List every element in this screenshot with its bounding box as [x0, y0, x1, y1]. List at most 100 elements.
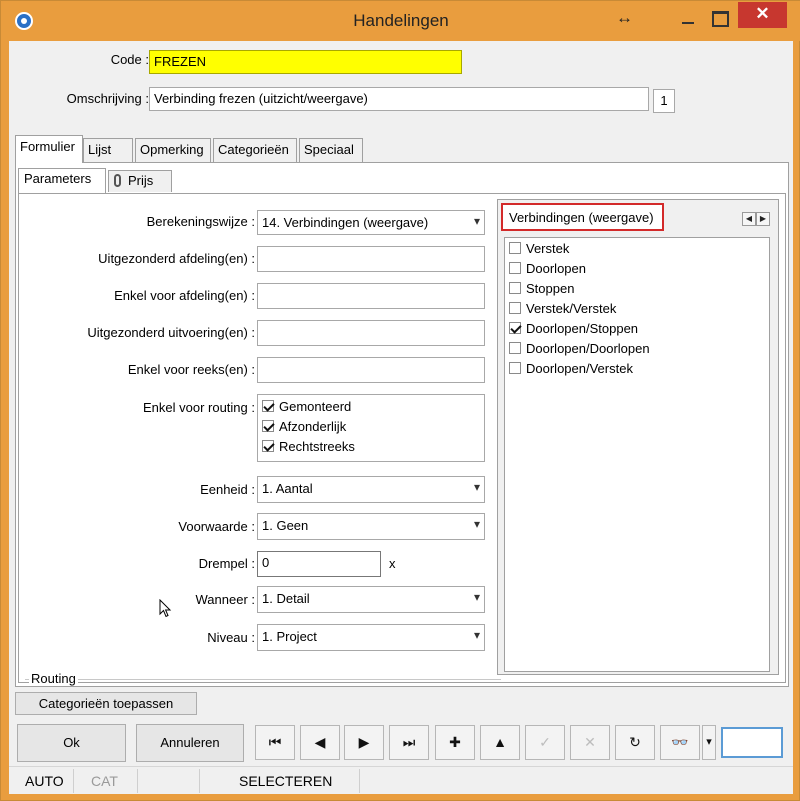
- checkbox-checked-icon[interactable]: [509, 322, 521, 334]
- eenheid-label: Eenheid :: [200, 482, 255, 497]
- resize-arrows-icon[interactable]: ↔: [616, 8, 633, 28]
- move-up-button[interactable]: ▲: [480, 725, 520, 760]
- omschrijving-field[interactable]: Verbinding frezen (uitzicht/weergave): [149, 87, 649, 111]
- status-selecteren: SELECTEREN: [239, 773, 333, 789]
- voorwaarde-select[interactable]: 1. Geen ▾: [257, 513, 485, 540]
- checkbox-unchecked-icon[interactable]: [509, 262, 521, 274]
- wanneer-select[interactable]: 1. Detail ▾: [257, 586, 485, 613]
- status-auto: AUTO: [25, 773, 64, 789]
- drempel-input[interactable]: 0: [257, 551, 381, 577]
- status-cat: CAT: [91, 773, 118, 789]
- next-record-button[interactable]: ▶: [344, 725, 384, 760]
- code-field[interactable]: FREZEN: [149, 50, 462, 74]
- chevron-down-icon: ▾: [473, 590, 480, 604]
- drempel-label: Drempel :: [198, 556, 255, 571]
- verbindingen-checklist: Verstek Doorlopen Stoppen Verstek/Verste…: [504, 237, 770, 672]
- niveau-select[interactable]: 1. Project ▾: [257, 624, 485, 651]
- routing-item-rechtstreeks[interactable]: Rechtstreeks: [262, 439, 355, 457]
- arrow-left-icon[interactable]: ◀: [742, 212, 756, 226]
- checkbox-unchecked-icon[interactable]: [509, 342, 521, 354]
- enkel-reeks-input[interactable]: [257, 357, 485, 383]
- paperclip-icon: [114, 174, 121, 187]
- voorwaarde-label: Voorwaarde :: [178, 519, 255, 534]
- chevron-down-icon: ▾: [473, 628, 480, 642]
- previous-record-button[interactable]: ◀: [300, 725, 340, 760]
- verbinding-item-doorlopen[interactable]: Doorlopen: [509, 261, 586, 279]
- count-indicator: 1: [653, 89, 675, 113]
- tab-speciaal[interactable]: Speciaal: [299, 138, 363, 162]
- tab-formulier[interactable]: Formulier: [15, 135, 83, 163]
- arrow-right-icon[interactable]: ▶: [756, 212, 770, 226]
- tab-prijs[interactable]: Prijs: [108, 170, 172, 192]
- uitgezonderd-afdeling-input[interactable]: [257, 246, 485, 272]
- first-record-button[interactable]: ⏮: [255, 725, 295, 760]
- maximize-button[interactable]: [707, 3, 731, 31]
- tab-parameters[interactable]: Parameters: [18, 168, 106, 193]
- verbinding-item-verstek[interactable]: Verstek: [509, 241, 569, 259]
- verbinding-item-label: Stoppen: [526, 281, 575, 296]
- niveau-value: 1. Project: [262, 629, 317, 644]
- refresh-button[interactable]: ↻: [615, 725, 655, 760]
- tab-lijst[interactable]: Lijst: [83, 138, 133, 162]
- find-dropdown-button[interactable]: ▾: [702, 725, 716, 760]
- verbinding-item-doorlopen-verstek[interactable]: Doorlopen/Verstek: [509, 361, 633, 379]
- verbinding-item-stoppen[interactable]: Stoppen: [509, 281, 574, 299]
- niveau-label: Niveau :: [207, 630, 255, 645]
- enkel-afdeling-label: Enkel voor afdeling(en) :: [114, 288, 255, 303]
- eenheid-select[interactable]: 1. Aantal ▾: [257, 476, 485, 503]
- checkbox-checked-icon[interactable]: [262, 440, 274, 452]
- mouse-cursor-icon: [159, 599, 172, 618]
- tab-categorieen[interactable]: Categorieën: [213, 138, 297, 162]
- last-record-button[interactable]: ⏭: [389, 725, 429, 760]
- routing-item-gemonteerd[interactable]: Gemonteerd: [262, 399, 351, 417]
- eenheid-value: 1. Aantal: [262, 481, 313, 496]
- delete-button[interactable]: ✕: [570, 725, 610, 760]
- dialog-client-area: Code : FREZEN Omschrijving : Verbinding …: [9, 41, 793, 794]
- uitgezonderd-uitvoering-input[interactable]: [257, 320, 485, 346]
- checkbox-checked-icon[interactable]: [262, 400, 274, 412]
- record-search-input[interactable]: [721, 727, 783, 758]
- verbinding-item-label: Verstek: [526, 241, 570, 256]
- confirm-button[interactable]: ✓: [525, 725, 565, 760]
- checkbox-unchecked-icon[interactable]: [509, 242, 521, 254]
- verbinding-item-label: Doorlopen/Verstek: [526, 361, 633, 376]
- status-separator: [73, 769, 74, 793]
- routing-item-label: Rechtstreeks: [279, 439, 355, 454]
- berekeningswijze-select[interactable]: 14. Verbindingen (weergave) ▾: [257, 210, 485, 235]
- chevron-down-icon: ▾: [473, 214, 480, 228]
- checkbox-unchecked-icon[interactable]: [509, 302, 521, 314]
- enkel-afdeling-input[interactable]: [257, 283, 485, 309]
- verbinding-item-verstek-verstek[interactable]: Verstek/Verstek: [509, 301, 616, 319]
- routing-item-label: Afzonderlijk: [279, 419, 347, 434]
- add-record-button[interactable]: ✚: [435, 725, 475, 760]
- verbinding-item-doorlopen-stoppen[interactable]: Doorlopen/Stoppen: [509, 321, 638, 339]
- panel-scroll-arrows: ◀ ▶: [742, 209, 770, 226]
- wanneer-label: Wanneer :: [195, 592, 256, 607]
- minimize-button[interactable]: [677, 3, 701, 31]
- verbinding-item-label: Doorlopen/Stoppen: [526, 321, 639, 336]
- verbinding-item-label: Doorlopen: [526, 261, 586, 276]
- categorieen-toepassen-button[interactable]: Categorieën toepassen: [15, 692, 197, 715]
- annuleren-button[interactable]: Annuleren: [136, 724, 244, 762]
- chevron-down-icon: ▾: [473, 517, 480, 531]
- drempel-unit: x: [389, 556, 396, 571]
- verbinding-item-label: Verstek/Verstek: [526, 301, 617, 316]
- title-bar[interactable]: Handelingen ↔ ✕: [1, 1, 800, 41]
- close-button[interactable]: ✕: [738, 2, 787, 28]
- status-separator: [199, 769, 200, 793]
- checkbox-checked-icon[interactable]: [262, 420, 274, 432]
- verbinding-item-doorlopen-doorlopen[interactable]: Doorlopen/Doorlopen: [509, 341, 650, 359]
- omschrijving-label: Omschrijving :: [66, 91, 149, 106]
- routing-group-label: Routing: [29, 671, 78, 686]
- checkbox-unchecked-icon[interactable]: [509, 362, 521, 374]
- binoculars-icon[interactable]: 👓: [660, 725, 700, 760]
- routing-item-afzonderlijk[interactable]: Afzonderlijk: [262, 419, 346, 437]
- routing-checklist: Gemonteerd Afzonderlijk Rechtstreeks: [257, 394, 485, 462]
- ok-button[interactable]: Ok: [17, 724, 126, 762]
- routing-label: Enkel voor routing :: [142, 400, 255, 415]
- berekeningswijze-value: 14. Verbindingen (weergave): [262, 215, 429, 230]
- tab-prijs-label: Prijs: [128, 173, 154, 188]
- tab-opmerking[interactable]: Opmerking: [135, 138, 211, 162]
- checkbox-unchecked-icon[interactable]: [509, 282, 521, 294]
- voorwaarde-value: 1. Geen: [262, 518, 309, 533]
